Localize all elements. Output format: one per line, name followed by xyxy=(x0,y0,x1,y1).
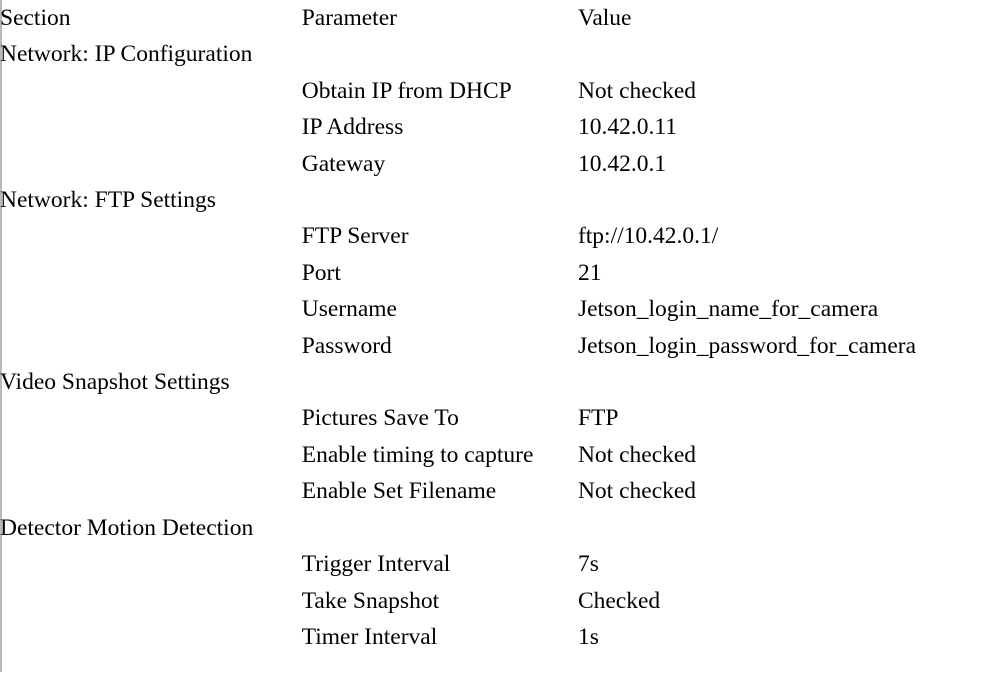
table-row: Username Jetson_login_name_for_camera xyxy=(0,291,1000,327)
cell-parameter: IP Address xyxy=(301,114,404,141)
table-row: Timer Interval 1s xyxy=(0,619,1000,655)
cell-value: 21 xyxy=(577,259,602,286)
cell-value: Jetson_login_name_for_camera xyxy=(577,296,879,323)
cell-section xyxy=(0,291,302,327)
cell-value: ftp://10.42.0.1/ xyxy=(577,223,719,250)
cell-section xyxy=(0,583,302,619)
cell-section xyxy=(0,546,302,582)
cell-parameter xyxy=(302,510,578,546)
cell-value: Not checked xyxy=(577,77,697,104)
cell-parameter: Trigger Interval xyxy=(301,551,451,578)
cell-section xyxy=(0,400,302,436)
cell-section: Video Snapshot Settings xyxy=(0,369,230,396)
table-row: Trigger Interval 7s xyxy=(0,546,1000,582)
cell-parameter: Obtain IP from DHCP xyxy=(301,77,512,104)
cell-parameter: Password xyxy=(301,332,392,359)
cell-parameter: Port xyxy=(301,259,341,286)
table-row: Take Snapshot Checked xyxy=(0,583,1000,619)
cell-section xyxy=(0,619,302,655)
cell-value xyxy=(578,510,1000,546)
cell-parameter: Timer Interval xyxy=(301,623,438,650)
column-header-value: Value xyxy=(577,5,632,31)
cell-parameter: FTP Server xyxy=(301,223,409,250)
section-header-row: Network: FTP Settings xyxy=(0,182,1000,218)
table-header-row: Section Parameter Value xyxy=(0,0,1000,36)
cell-value: 1s xyxy=(577,623,599,650)
cell-section xyxy=(0,473,302,509)
table-row: Password Jetson_login_password_for_camera xyxy=(0,328,1000,364)
document-sheet: Section Parameter Value Network: IP Conf… xyxy=(0,0,1000,676)
cell-section: Network: FTP Settings xyxy=(0,187,216,214)
configuration-table: Section Parameter Value Network: IP Conf… xyxy=(0,0,1000,655)
cell-parameter: Gateway xyxy=(301,150,386,177)
table-head: Section Parameter Value xyxy=(0,0,1000,36)
table-row: Obtain IP from DHCP Not checked xyxy=(0,73,1000,109)
cell-section: Network: IP Configuration xyxy=(0,41,253,68)
cell-value xyxy=(578,182,1000,218)
column-header-parameter: Parameter xyxy=(301,5,397,31)
section-header-row: Network: IP Configuration xyxy=(0,36,1000,72)
cell-value: FTP xyxy=(577,405,619,432)
table-row: Gateway 10.42.0.1 xyxy=(0,146,1000,182)
column-header-section: Section xyxy=(0,5,71,31)
cell-parameter: Enable Set Filename xyxy=(301,478,497,505)
table-row: FTP Server ftp://10.42.0.1/ xyxy=(0,218,1000,254)
cell-parameter xyxy=(302,364,578,400)
cell-value xyxy=(578,36,1000,72)
table-row: Port 21 xyxy=(0,255,1000,291)
table-row: IP Address 10.42.0.11 xyxy=(0,109,1000,145)
table-row: Enable Set Filename Not checked xyxy=(0,473,1000,509)
cell-parameter: Enable timing to capture xyxy=(301,441,534,468)
cell-parameter xyxy=(302,182,578,218)
cell-parameter xyxy=(302,36,578,72)
cell-value: Checked xyxy=(577,587,661,614)
cell-section: Detector Motion Detection xyxy=(0,514,254,541)
cell-value: Not checked xyxy=(577,441,697,468)
section-header-row: Detector Motion Detection xyxy=(0,510,1000,546)
cell-section xyxy=(0,73,302,109)
cell-value: Jetson_login_password_for_camera xyxy=(577,332,917,359)
table-row: Enable timing to capture Not checked xyxy=(0,437,1000,473)
cell-value xyxy=(578,364,1000,400)
cell-parameter: Take Snapshot xyxy=(301,587,440,614)
cell-parameter: Username xyxy=(301,296,397,323)
cell-section xyxy=(0,437,302,473)
cell-section xyxy=(0,255,302,291)
cell-value: 7s xyxy=(577,551,599,578)
cell-section xyxy=(0,146,302,182)
cell-value: Not checked xyxy=(577,478,697,505)
table-row: Pictures Save To FTP xyxy=(0,400,1000,436)
section-header-row: Video Snapshot Settings xyxy=(0,364,1000,400)
cell-parameter: Pictures Save To xyxy=(301,405,459,432)
table-body: Network: IP Configuration Obtain IP from … xyxy=(0,36,1000,655)
cell-section xyxy=(0,218,302,254)
cell-value: 10.42.0.1 xyxy=(577,150,667,177)
cell-section xyxy=(0,109,302,145)
cell-value: 10.42.0.11 xyxy=(577,114,677,141)
cell-section xyxy=(0,328,302,364)
